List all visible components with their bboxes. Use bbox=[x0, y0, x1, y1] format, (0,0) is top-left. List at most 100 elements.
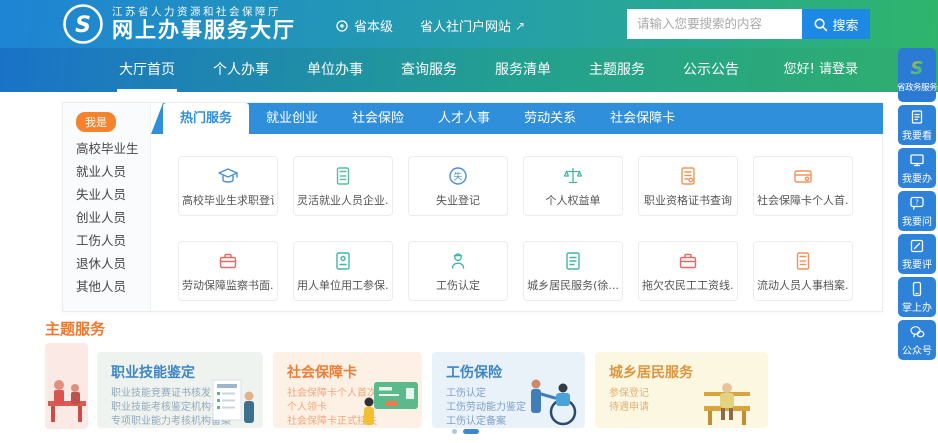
nav-item-query[interactable]: 查询服务 bbox=[395, 48, 463, 92]
theme-card-skill-assessment[interactable]: 职业技能鉴定 职业技能竞赛证书核发 职业技能考核鉴定机构备案 专项职业能力考核机… bbox=[97, 352, 263, 428]
theme-link[interactable]: 工伤认定备案 bbox=[446, 415, 585, 429]
user-type-sidebar: 我是 高校毕业生 就业人员 失业人员 创业人员 工伤人员 退休人员 其他人员 bbox=[63, 103, 151, 311]
service-card-label: 高校毕业生求职登记 bbox=[182, 192, 274, 208]
service-card-label: 拖欠农民工工资线... bbox=[642, 277, 734, 293]
service-card[interactable]: 个人权益单 bbox=[523, 156, 623, 216]
tab-social-insurance[interactable]: 社会保险 bbox=[335, 103, 421, 134]
theme-link[interactable]: 社会保障卡个人首次申请 bbox=[287, 387, 422, 401]
service-card[interactable]: 工伤认定 bbox=[408, 241, 508, 301]
location-icon bbox=[335, 19, 349, 33]
main-nav: 大厅首页 个人办事 单位办事 查询服务 服务清单 主题服务 公示公告 您好! 请… bbox=[0, 48, 938, 92]
rail-button-label: 掌上办 bbox=[902, 299, 932, 314]
calculator-icon bbox=[792, 249, 814, 273]
service-card[interactable]: 流动人员人事档案... bbox=[753, 241, 853, 301]
rail-wechat-button[interactable]: 公众号 bbox=[898, 320, 936, 360]
rail-handle-button[interactable]: 我要办 bbox=[898, 148, 936, 188]
tab-social-security-card[interactable]: 社会保障卡 bbox=[593, 103, 692, 134]
rail-mobile-button[interactable]: 掌上办 bbox=[898, 277, 936, 317]
service-card[interactable]: 高校毕业生求职登记 bbox=[178, 156, 278, 216]
carousel-dot-active[interactable] bbox=[463, 429, 479, 434]
theme-link[interactable]: 专项职业能力考核机构备案 bbox=[111, 415, 263, 429]
service-card[interactable]: 拖欠农民工工资线... bbox=[638, 241, 738, 301]
portal-link[interactable]: 省人社门户网站 ↗ bbox=[420, 16, 525, 35]
theme-card-title: 职业技能鉴定 bbox=[111, 362, 263, 382]
rail-button-label: 我要问 bbox=[902, 213, 932, 228]
tab-hot-services[interactable]: 热门服务 bbox=[163, 103, 249, 134]
rail-button-label: 我要看 bbox=[902, 127, 932, 142]
theme-card-links: 参保登记 待遇申请 bbox=[609, 387, 768, 415]
theme-card-social-security-card[interactable]: 社会保障卡 社会保障卡个人首次申请 个人领卡 社会保障卡正式挂失 bbox=[273, 352, 422, 428]
svg-text:S: S bbox=[75, 13, 91, 38]
service-card[interactable]: 失 失业登记 bbox=[408, 156, 508, 216]
edit-pencil-icon bbox=[909, 238, 925, 254]
theme-link[interactable]: 个人领卡 bbox=[287, 401, 422, 415]
theme-card-links: 社会保障卡个人首次申请 个人领卡 社会保障卡正式挂失 bbox=[287, 387, 422, 429]
wechat-icon bbox=[909, 324, 925, 340]
rail-review-button[interactable]: 我要评 bbox=[898, 234, 936, 274]
service-card[interactable]: 城乡居民服务(徐... bbox=[523, 241, 623, 301]
sidebar-item-entrepreneur[interactable]: 创业人员 bbox=[76, 207, 126, 226]
service-card[interactable]: 社会保障卡个人首... bbox=[753, 156, 853, 216]
nav-item-service-list[interactable]: 服务清单 bbox=[489, 48, 557, 92]
portal-link-label: 省人社门户网站 bbox=[420, 16, 511, 35]
tab-labor-relations[interactable]: 劳动关系 bbox=[507, 103, 593, 134]
sidebar-item-employed[interactable]: 就业人员 bbox=[76, 161, 126, 180]
monitor-icon bbox=[909, 152, 925, 168]
nav-item-personal[interactable]: 个人办事 bbox=[207, 48, 275, 92]
search-bar: 搜索 bbox=[627, 9, 870, 39]
rail-ask-button[interactable]: ? 我要问 bbox=[898, 191, 936, 231]
header: S 江苏省人力资源和社会保障厅 网上办事服务大厅 省本级 省人社门户网站 ↗ bbox=[0, 0, 938, 48]
briefcase-icon bbox=[217, 249, 239, 273]
service-card[interactable]: 职业资格证书查询 bbox=[638, 156, 738, 216]
svg-text:?: ? bbox=[915, 198, 919, 206]
calculator-icon bbox=[332, 164, 354, 188]
service-card[interactable]: 用人单位用工参保... bbox=[293, 241, 393, 301]
nav-item-unit[interactable]: 单位办事 bbox=[301, 48, 369, 92]
service-card[interactable]: 劳动保障监察书面... bbox=[178, 241, 278, 301]
bench-people-illustration-icon bbox=[46, 365, 88, 427]
theme-card-urban-rural-residents[interactable]: 城乡居民服务 参保登记 待遇申请 bbox=[595, 352, 768, 428]
sidebar-item-retired[interactable]: 退休人员 bbox=[76, 253, 126, 272]
theme-link[interactable]: 职业技能考核鉴定机构备案 bbox=[111, 401, 263, 415]
scale-icon bbox=[562, 164, 584, 188]
external-link-icon: ↗ bbox=[515, 19, 525, 33]
sidebar-item-injured[interactable]: 工伤人员 bbox=[76, 230, 126, 249]
document-icon bbox=[562, 249, 584, 273]
sidebar-item-unemployed[interactable]: 失业人员 bbox=[76, 184, 126, 203]
search-button[interactable]: 搜索 bbox=[802, 9, 870, 39]
service-grid: 高校毕业生求职登记 灵活就业人员企业... 失 失业登记 bbox=[151, 134, 883, 301]
briefcase-icon bbox=[677, 249, 699, 273]
theme-link[interactable]: 参保登记 bbox=[609, 387, 768, 401]
theme-link[interactable]: 待遇申请 bbox=[609, 401, 768, 415]
nav-item-home[interactable]: 大厅首页 bbox=[113, 48, 181, 92]
i-am-badge: 我是 bbox=[76, 112, 116, 132]
carousel-slide-partial[interactable] bbox=[45, 343, 88, 429]
sidebar-item-other[interactable]: 其他人员 bbox=[76, 276, 126, 295]
theme-link[interactable]: 职业技能竞赛证书核发 bbox=[111, 387, 263, 401]
theme-card-links: 工伤认定 工伤劳动能力鉴定 工伤认定备案 bbox=[446, 387, 585, 429]
rail-view-button[interactable]: 我要看 bbox=[898, 105, 936, 145]
theme-link[interactable]: 社会保障卡正式挂失 bbox=[287, 415, 422, 429]
rail-button-label: 我要办 bbox=[902, 170, 932, 185]
social-card-icon bbox=[792, 164, 814, 188]
region-selector[interactable]: 省本级 bbox=[335, 16, 393, 35]
svg-text:失: 失 bbox=[453, 171, 462, 183]
nav-item-notice[interactable]: 公示公告 bbox=[677, 48, 745, 92]
tab-talent[interactable]: 人才人事 bbox=[421, 103, 507, 134]
carousel-dot[interactable] bbox=[452, 429, 457, 434]
theme-link[interactable]: 工伤认定 bbox=[446, 387, 585, 401]
region-label: 省本级 bbox=[354, 16, 393, 35]
nav-item-theme[interactable]: 主题服务 bbox=[583, 48, 651, 92]
login-link[interactable]: 您好! 请登录 bbox=[784, 48, 858, 92]
rail-provincial-services-button[interactable]: S 省政务服务 bbox=[898, 48, 936, 102]
search-input[interactable] bbox=[627, 9, 802, 39]
service-card[interactable]: 灵活就业人员企业... bbox=[293, 156, 393, 216]
theme-card-work-injury-insurance[interactable]: 工伤保险 工伤认定 工伤劳动能力鉴定 工伤认定备案 bbox=[432, 352, 585, 428]
theme-link[interactable]: 工伤劳动能力鉴定 bbox=[446, 401, 585, 415]
tab-employment[interactable]: 就业创业 bbox=[249, 103, 335, 134]
service-tabbar: 热门服务 就业创业 社会保险 人才人事 劳动关系 社会保障卡 bbox=[151, 103, 883, 134]
phone-icon bbox=[909, 281, 925, 297]
rail-button-label: 我要评 bbox=[902, 256, 932, 271]
sidebar-item-graduate[interactable]: 高校毕业生 bbox=[76, 138, 139, 157]
graduation-cap-icon bbox=[217, 164, 239, 188]
